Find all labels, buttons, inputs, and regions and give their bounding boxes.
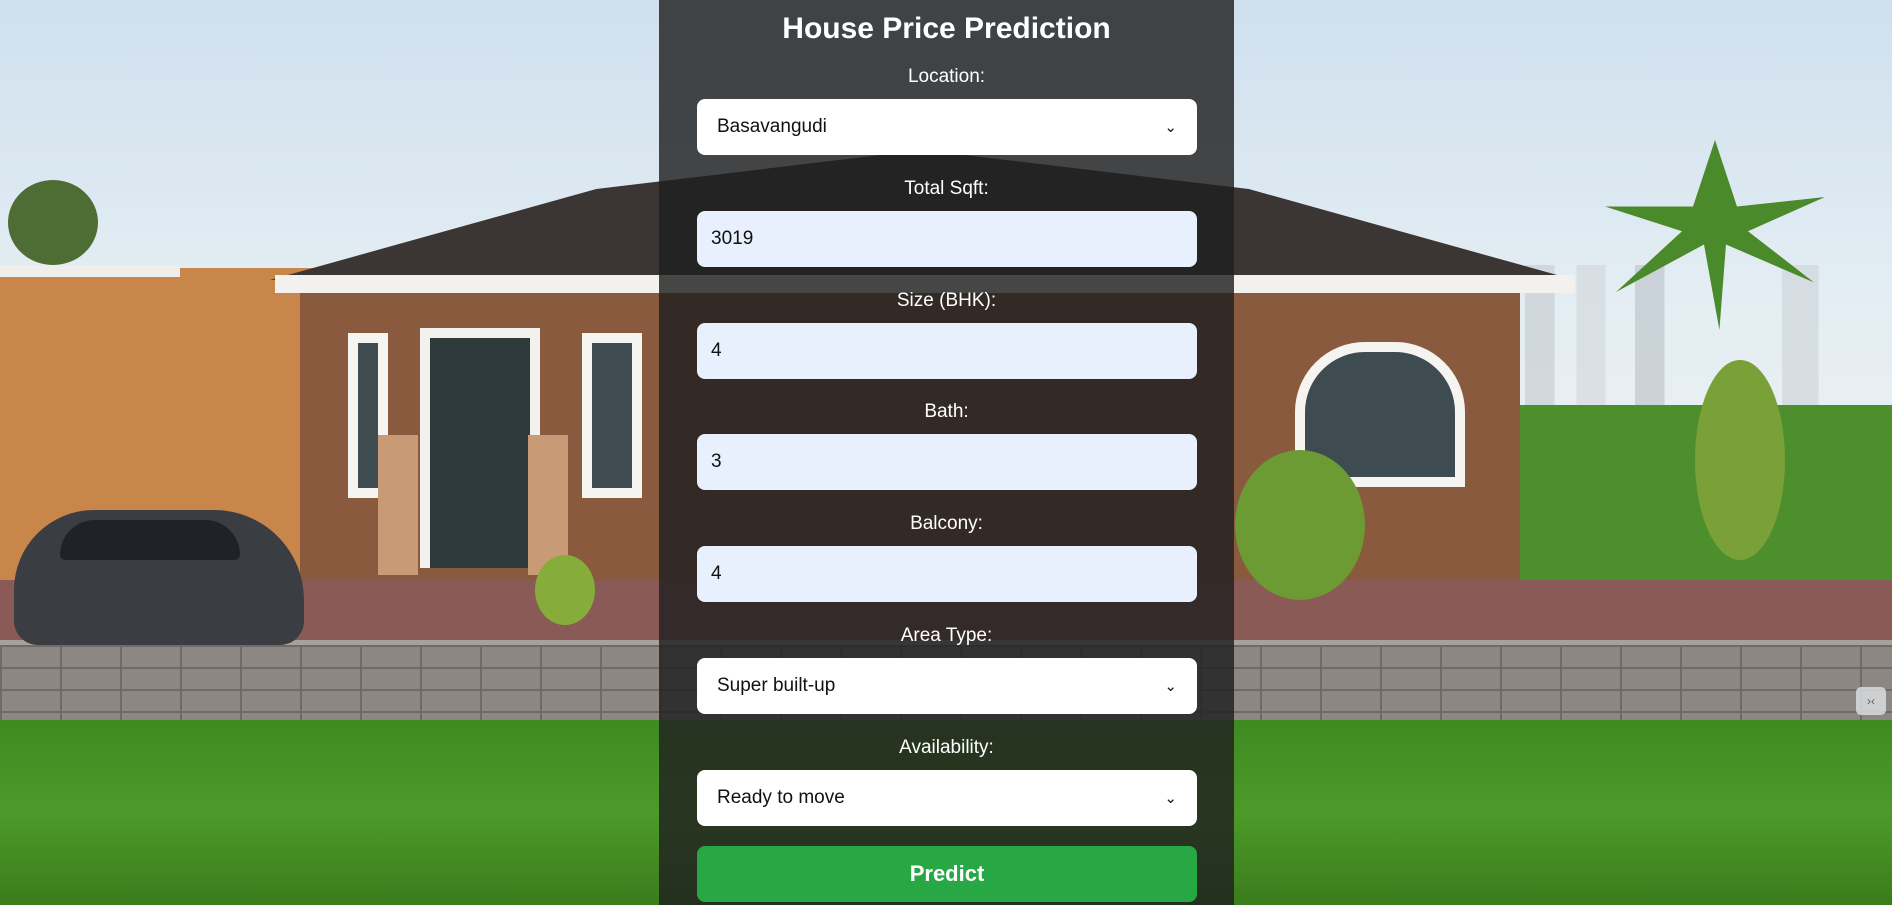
availability-label: Availability: [899,737,994,758]
cypress-tree [1695,360,1785,560]
bath-input[interactable]: 3 [697,434,1197,490]
front-door [420,328,540,568]
chevron-down-icon: ⌄ [1164,678,1177,695]
distant-tree [8,180,98,265]
small-shrub [535,555,595,625]
page-title: House Price Prediction [782,12,1111,45]
size-bhk-label: Size (BHK): [896,290,997,311]
side-window [582,333,642,498]
area-type-label: Area Type: [900,625,993,646]
total-sqft-value: 3019 [711,228,754,249]
location-label: Location: [907,66,986,87]
availability-select[interactable]: Ready to move ⌄ [697,770,1197,826]
area-type-select-value: Super built-up [717,675,836,696]
chevron-down-icon: ⌄ [1164,119,1177,136]
garage-roof [0,265,180,277]
location-select-value: Basavangudi [717,116,827,137]
total-sqft-input[interactable]: 3019 [697,211,1197,267]
bath-label: Bath: [924,401,969,422]
size-bhk-input[interactable]: 4 [697,323,1197,379]
predict-button[interactable]: Predict [697,846,1197,902]
city-skyline [1525,265,1892,405]
balcony-value: 4 [711,563,722,584]
stone-pillar [378,435,418,575]
size-bhk-value: 4 [711,340,722,361]
prediction-form-panel: House Price Prediction Location: Basavan… [659,0,1234,905]
chevron-down-icon: ⌄ [1164,790,1177,807]
location-select[interactable]: Basavangudi ⌄ [697,99,1197,155]
area-type-select[interactable]: Super built-up ⌄ [697,658,1197,714]
balcony-label: Balcony: [910,513,983,534]
shrub-tree [1235,450,1365,600]
stone-pillar [528,435,568,575]
bath-value: 3 [711,451,722,472]
total-sqft-label: Total Sqft: [904,178,989,199]
extension-icon[interactable]: ›‹ [1856,687,1886,715]
availability-select-value: Ready to move [717,787,845,808]
balcony-input[interactable]: 4 [697,546,1197,602]
car-windshield [60,520,240,560]
